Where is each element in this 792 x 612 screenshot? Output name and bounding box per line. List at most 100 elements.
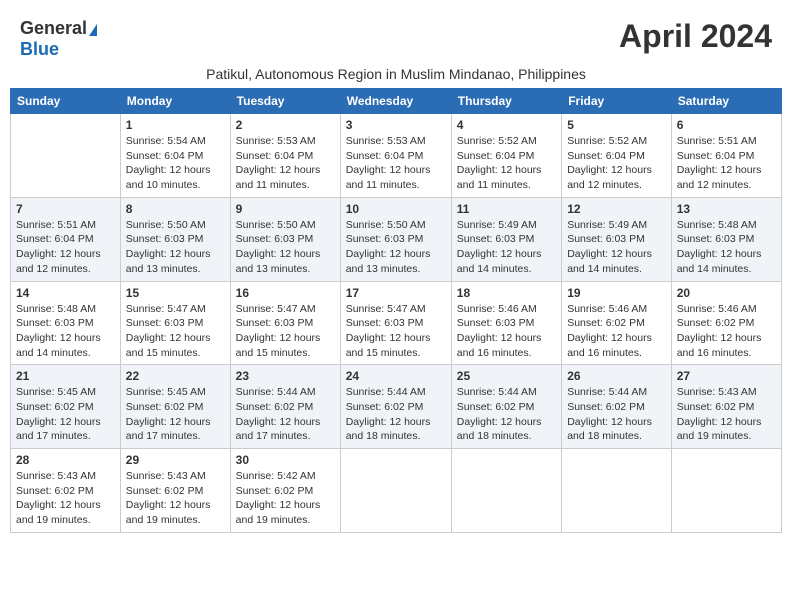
day-number: 9: [236, 202, 335, 216]
day-number: 24: [346, 369, 446, 383]
calendar-cell: 19 Sunrise: 5:46 AMSunset: 6:02 PMDayligh…: [562, 281, 672, 365]
calendar-cell: 8 Sunrise: 5:50 AMSunset: 6:03 PMDaylight…: [120, 197, 230, 281]
day-info: Sunrise: 5:43 AMSunset: 6:02 PMDaylight:…: [677, 385, 776, 444]
day-number: 21: [16, 369, 115, 383]
day-number: 18: [457, 286, 556, 300]
day-info: Sunrise: 5:52 AMSunset: 6:04 PMDaylight:…: [567, 134, 666, 193]
day-info: Sunrise: 5:51 AMSunset: 6:04 PMDaylight:…: [16, 218, 115, 277]
logo-blue: Blue: [20, 39, 59, 59]
day-info: Sunrise: 5:44 AMSunset: 6:02 PMDaylight:…: [236, 385, 335, 444]
calendar-cell: [562, 449, 672, 533]
calendar-cell: 13 Sunrise: 5:48 AMSunset: 6:03 PMDayligh…: [671, 197, 781, 281]
calendar-cell: 5 Sunrise: 5:52 AMSunset: 6:04 PMDaylight…: [562, 114, 672, 198]
weekday-header-sunday: Sunday: [11, 89, 121, 114]
day-info: Sunrise: 5:44 AMSunset: 6:02 PMDaylight:…: [457, 385, 556, 444]
weekday-header-monday: Monday: [120, 89, 230, 114]
calendar-cell: 16 Sunrise: 5:47 AMSunset: 6:03 PMDayligh…: [230, 281, 340, 365]
calendar-cell: 18 Sunrise: 5:46 AMSunset: 6:03 PMDayligh…: [451, 281, 561, 365]
day-number: 20: [677, 286, 776, 300]
week-row-1: 1 Sunrise: 5:54 AMSunset: 6:04 PMDaylight…: [11, 114, 782, 198]
day-number: 19: [567, 286, 666, 300]
calendar-cell: 3 Sunrise: 5:53 AMSunset: 6:04 PMDaylight…: [340, 114, 451, 198]
day-number: 10: [346, 202, 446, 216]
day-info: Sunrise: 5:44 AMSunset: 6:02 PMDaylight:…: [567, 385, 666, 444]
calendar-cell: 20Sunrise: 5:46 AMSunset: 6:02 PMDayligh…: [671, 281, 781, 365]
day-info: Sunrise: 5:53 AMSunset: 6:04 PMDaylight:…: [346, 134, 446, 193]
calendar-cell: 4Sunrise: 5:52 AMSunset: 6:04 PMDaylight…: [451, 114, 561, 198]
weekday-header-saturday: Saturday: [671, 89, 781, 114]
day-info: Sunrise: 5:43 AMSunset: 6:02 PMDaylight:…: [126, 469, 225, 528]
day-info: Sunrise: 5:42 AMSunset: 6:02 PMDaylight:…: [236, 469, 335, 528]
day-number: 13: [677, 202, 776, 216]
calendar-cell: 22 Sunrise: 5:45 AMSunset: 6:02 PMDayligh…: [120, 365, 230, 449]
day-info: Sunrise: 5:44 AMSunset: 6:02 PMDaylight:…: [346, 385, 446, 444]
day-number: 23: [236, 369, 335, 383]
week-row-5: 28 Sunrise: 5:43 AMSunset: 6:02 PMDayligh…: [11, 449, 782, 533]
day-info: Sunrise: 5:52 AMSunset: 6:04 PMDaylight:…: [457, 134, 556, 193]
day-info: Sunrise: 5:48 AMSunset: 6:03 PMDaylight:…: [16, 302, 115, 361]
logo-text: General: [20, 18, 97, 39]
day-number: 6: [677, 118, 776, 132]
calendar-cell: 2 Sunrise: 5:53 AMSunset: 6:04 PMDaylight…: [230, 114, 340, 198]
week-row-3: 14 Sunrise: 5:48 AMSunset: 6:03 PMDayligh…: [11, 281, 782, 365]
weekday-header-wednesday: Wednesday: [340, 89, 451, 114]
header: General Blue April 2024: [10, 10, 782, 64]
day-number: 22: [126, 369, 225, 383]
day-number: 11: [457, 202, 556, 216]
day-info: Sunrise: 5:54 AMSunset: 6:04 PMDaylight:…: [126, 134, 225, 193]
day-number: 8: [126, 202, 225, 216]
day-info: Sunrise: 5:46 AMSunset: 6:02 PMDaylight:…: [567, 302, 666, 361]
day-number: 2: [236, 118, 335, 132]
day-info: Sunrise: 5:45 AMSunset: 6:02 PMDaylight:…: [16, 385, 115, 444]
day-info: Sunrise: 5:50 AMSunset: 6:03 PMDaylight:…: [126, 218, 225, 277]
day-number: 16: [236, 286, 335, 300]
day-number: 7: [16, 202, 115, 216]
day-info: Sunrise: 5:53 AMSunset: 6:04 PMDaylight:…: [236, 134, 335, 193]
day-number: 27: [677, 369, 776, 383]
calendar-cell: 7 Sunrise: 5:51 AMSunset: 6:04 PMDaylight…: [11, 197, 121, 281]
calendar-cell: 14 Sunrise: 5:48 AMSunset: 6:03 PMDayligh…: [11, 281, 121, 365]
calendar-cell: 9 Sunrise: 5:50 AMSunset: 6:03 PMDaylight…: [230, 197, 340, 281]
calendar-cell: 15 Sunrise: 5:47 AMSunset: 6:03 PMDayligh…: [120, 281, 230, 365]
logo-icon: [89, 24, 97, 36]
month-title: April 2024: [619, 18, 772, 55]
day-number: 30: [236, 453, 335, 467]
day-info: Sunrise: 5:46 AMSunset: 6:03 PMDaylight:…: [457, 302, 556, 361]
calendar-cell: 11 Sunrise: 5:49 AMSunset: 6:03 PMDayligh…: [451, 197, 561, 281]
week-row-4: 21 Sunrise: 5:45 AMSunset: 6:02 PMDayligh…: [11, 365, 782, 449]
weekday-header-row: SundayMondayTuesdayWednesdayThursdayFrid…: [11, 89, 782, 114]
day-info: Sunrise: 5:49 AMSunset: 6:03 PMDaylight:…: [567, 218, 666, 277]
calendar-cell: 30 Sunrise: 5:42 AMSunset: 6:02 PMDayligh…: [230, 449, 340, 533]
day-number: 29: [126, 453, 225, 467]
calendar-cell: 25 Sunrise: 5:44 AMSunset: 6:02 PMDayligh…: [451, 365, 561, 449]
day-number: 25: [457, 369, 556, 383]
day-number: 15: [126, 286, 225, 300]
day-info: Sunrise: 5:50 AMSunset: 6:03 PMDaylight:…: [346, 218, 446, 277]
day-info: Sunrise: 5:47 AMSunset: 6:03 PMDaylight:…: [236, 302, 335, 361]
calendar-cell: [340, 449, 451, 533]
day-info: Sunrise: 5:49 AMSunset: 6:03 PMDaylight:…: [457, 218, 556, 277]
day-info: Sunrise: 5:50 AMSunset: 6:03 PMDaylight:…: [236, 218, 335, 277]
day-info: Sunrise: 5:47 AMSunset: 6:03 PMDaylight:…: [126, 302, 225, 361]
day-number: 5: [567, 118, 666, 132]
logo: General Blue: [20, 18, 97, 60]
day-info: Sunrise: 5:45 AMSunset: 6:02 PMDaylight:…: [126, 385, 225, 444]
calendar-cell: 1 Sunrise: 5:54 AMSunset: 6:04 PMDaylight…: [120, 114, 230, 198]
day-number: 26: [567, 369, 666, 383]
day-number: 14: [16, 286, 115, 300]
day-info: Sunrise: 5:48 AMSunset: 6:03 PMDaylight:…: [677, 218, 776, 277]
calendar-table: SundayMondayTuesdayWednesdayThursdayFrid…: [10, 88, 782, 533]
calendar-cell: [451, 449, 561, 533]
calendar-cell: 29 Sunrise: 5:43 AMSunset: 6:02 PMDayligh…: [120, 449, 230, 533]
day-number: 28: [16, 453, 115, 467]
calendar-cell: 12Sunrise: 5:49 AMSunset: 6:03 PMDayligh…: [562, 197, 672, 281]
calendar-cell: 26 Sunrise: 5:44 AMSunset: 6:02 PMDayligh…: [562, 365, 672, 449]
calendar-cell: 27 Sunrise: 5:43 AMSunset: 6:02 PMDayligh…: [671, 365, 781, 449]
calendar-cell: 6Sunrise: 5:51 AMSunset: 6:04 PMDaylight…: [671, 114, 781, 198]
day-number: 1: [126, 118, 225, 132]
calendar-cell: 24 Sunrise: 5:44 AMSunset: 6:02 PMDayligh…: [340, 365, 451, 449]
day-number: 3: [346, 118, 446, 132]
day-info: Sunrise: 5:47 AMSunset: 6:03 PMDaylight:…: [346, 302, 446, 361]
weekday-header-friday: Friday: [562, 89, 672, 114]
calendar-cell: [671, 449, 781, 533]
